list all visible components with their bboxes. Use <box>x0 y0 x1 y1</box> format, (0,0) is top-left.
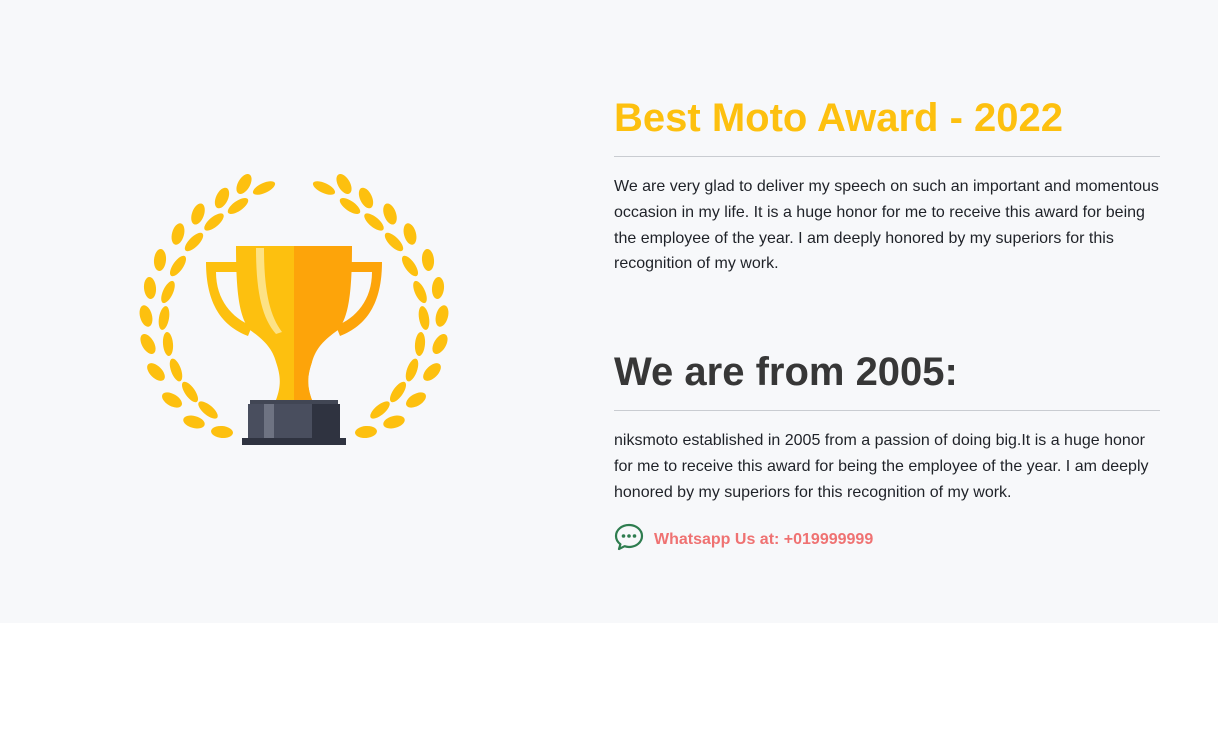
history-description: niksmoto established in 2005 from a pass… <box>614 432 1149 501</box>
trophy-illustration <box>136 170 452 450</box>
award-content: Best Moto Award - 2022 We are very glad … <box>614 94 1160 551</box>
whatsapp-contact-link[interactable]: Whatsapp Us at: +019999999 <box>614 522 873 552</box>
award-section: Best Moto Award - 2022 We are very glad … <box>0 0 1218 623</box>
whatsapp-label[interactable]: Whatsapp Us at: +019999999 <box>654 531 873 549</box>
chat-bubble-icon <box>614 523 644 551</box>
history-title: We are from 2005: <box>614 348 1160 412</box>
award-title: Best Moto Award - 2022 <box>614 94 1160 157</box>
trophy-icon <box>139 171 451 445</box>
award-description: We are very glad to deliver my speech on… <box>614 178 1159 273</box>
